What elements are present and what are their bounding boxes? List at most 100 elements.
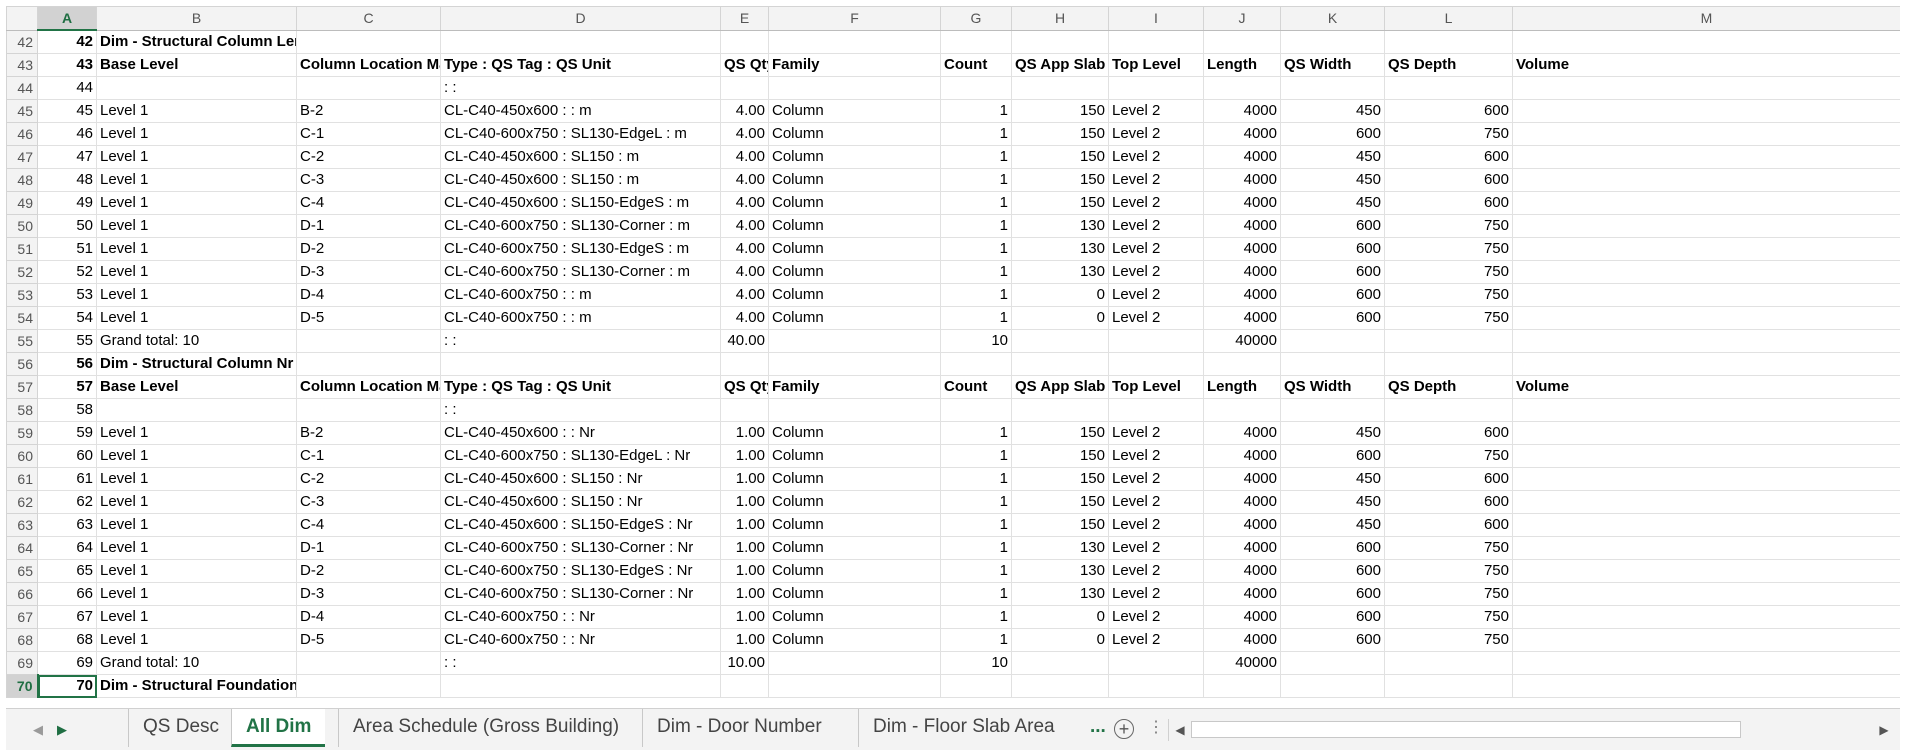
cell-f50[interactable]: Column bbox=[768, 214, 941, 238]
next-sheet-icon[interactable]: ▶ bbox=[50, 719, 74, 741]
cell-k49[interactable]: 450 bbox=[1280, 191, 1385, 215]
column-header-b[interactable]: B bbox=[96, 6, 297, 31]
cell-l45[interactable]: 600 bbox=[1384, 99, 1513, 123]
cell-f55[interactable] bbox=[768, 329, 941, 353]
cell-g64[interactable]: 1 bbox=[940, 536, 1012, 560]
cell-i44[interactable] bbox=[1108, 76, 1204, 100]
cell-e61[interactable]: 1.00 bbox=[720, 467, 769, 491]
cell-c48[interactable]: C-3 bbox=[296, 168, 441, 192]
cell-j59[interactable]: 4000 bbox=[1203, 421, 1281, 445]
cell-e68[interactable]: 1.00 bbox=[720, 628, 769, 652]
cell-a62[interactable]: 62 bbox=[37, 490, 97, 514]
cell-f62[interactable]: Column bbox=[768, 490, 941, 514]
cell-d69[interactable]: : : bbox=[440, 651, 721, 675]
cell-c65[interactable]: D-2 bbox=[296, 559, 441, 583]
cell-h62[interactable]: 150 bbox=[1011, 490, 1109, 514]
row-header[interactable]: 45 bbox=[6, 99, 38, 123]
cell-c46[interactable]: C-1 bbox=[296, 122, 441, 146]
cell-e53[interactable]: 4.00 bbox=[720, 283, 769, 307]
cell-a60[interactable]: 60 bbox=[37, 444, 97, 468]
cell-d62[interactable]: CL-C40-450x600 : SL150 : Nr bbox=[440, 490, 721, 514]
cell-m42[interactable] bbox=[1512, 29, 1900, 54]
cell-g69[interactable]: 10 bbox=[940, 651, 1012, 675]
cell-i52[interactable]: Level 2 bbox=[1108, 260, 1204, 284]
cell-a42[interactable]: 42 bbox=[37, 29, 97, 54]
cell-f47[interactable]: Column bbox=[768, 145, 941, 169]
cell-h47[interactable]: 150 bbox=[1011, 145, 1109, 169]
cell-e58[interactable] bbox=[720, 398, 769, 422]
prev-sheet-icon[interactable]: ◀ bbox=[26, 719, 50, 741]
cell-l57[interactable]: QS Depth bbox=[1384, 375, 1513, 399]
row-header[interactable]: 52 bbox=[6, 260, 38, 284]
cell-f57[interactable]: Family bbox=[768, 375, 941, 399]
cell-e57[interactable]: QS Qty bbox=[720, 375, 769, 399]
cell-h66[interactable]: 130 bbox=[1011, 582, 1109, 606]
cell-k52[interactable]: 600 bbox=[1280, 260, 1385, 284]
cell-l61[interactable]: 600 bbox=[1384, 467, 1513, 491]
cell-a45[interactable]: 45 bbox=[37, 99, 97, 123]
row-header[interactable]: 61 bbox=[6, 467, 38, 491]
cell-k60[interactable]: 600 bbox=[1280, 444, 1385, 468]
cell-c50[interactable]: D-1 bbox=[296, 214, 441, 238]
cell-j56[interactable] bbox=[1203, 352, 1281, 376]
row-header[interactable]: 49 bbox=[6, 191, 38, 215]
cell-m45[interactable] bbox=[1512, 99, 1900, 123]
cell-c63[interactable]: C-4 bbox=[296, 513, 441, 537]
cell-c56[interactable] bbox=[296, 352, 441, 376]
cell-e51[interactable]: 4.00 bbox=[720, 237, 769, 261]
cell-b46[interactable]: Level 1 bbox=[96, 122, 297, 146]
cell-c42[interactable] bbox=[296, 29, 441, 54]
cell-m49[interactable] bbox=[1512, 191, 1900, 215]
cell-i59[interactable]: Level 2 bbox=[1108, 421, 1204, 445]
cell-e56[interactable] bbox=[720, 352, 769, 376]
cell-d70[interactable] bbox=[440, 674, 721, 698]
cell-c68[interactable]: D-5 bbox=[296, 628, 441, 652]
cell-g47[interactable]: 1 bbox=[940, 145, 1012, 169]
cell-i65[interactable]: Level 2 bbox=[1108, 559, 1204, 583]
cell-a61[interactable]: 61 bbox=[37, 467, 97, 491]
cell-g67[interactable]: 1 bbox=[940, 605, 1012, 629]
cell-k55[interactable] bbox=[1280, 329, 1385, 353]
cell-h64[interactable]: 130 bbox=[1011, 536, 1109, 560]
cell-c52[interactable]: D-3 bbox=[296, 260, 441, 284]
cell-g50[interactable]: 1 bbox=[940, 214, 1012, 238]
cell-c51[interactable]: D-2 bbox=[296, 237, 441, 261]
cell-j60[interactable]: 4000 bbox=[1203, 444, 1281, 468]
cell-l54[interactable]: 750 bbox=[1384, 306, 1513, 330]
cell-b54[interactable]: Level 1 bbox=[96, 306, 297, 330]
cell-g55[interactable]: 10 bbox=[940, 329, 1012, 353]
cell-l67[interactable]: 750 bbox=[1384, 605, 1513, 629]
horizontal-scrollbar[interactable]: ◀ ▶ bbox=[1168, 719, 1895, 741]
cell-g59[interactable]: 1 bbox=[940, 421, 1012, 445]
cell-a57[interactable]: 57 bbox=[37, 375, 97, 399]
cell-k58[interactable] bbox=[1280, 398, 1385, 422]
cell-j68[interactable]: 4000 bbox=[1203, 628, 1281, 652]
cell-a56[interactable]: 56 bbox=[37, 352, 97, 376]
cell-e63[interactable]: 1.00 bbox=[720, 513, 769, 537]
cell-b68[interactable]: Level 1 bbox=[96, 628, 297, 652]
cell-d47[interactable]: CL-C40-450x600 : SL150 : m bbox=[440, 145, 721, 169]
cell-l70[interactable] bbox=[1384, 674, 1513, 698]
cell-m70[interactable] bbox=[1512, 674, 1900, 698]
cell-b55[interactable]: Grand total: 10 bbox=[96, 329, 297, 353]
cell-h57[interactable]: QS App Slab Tk bbox=[1011, 375, 1109, 399]
column-header-f[interactable]: F bbox=[768, 6, 941, 31]
row-header[interactable]: 46 bbox=[6, 122, 38, 146]
cell-d52[interactable]: CL-C40-600x750 : SL130-Corner : m bbox=[440, 260, 721, 284]
cell-l51[interactable]: 750 bbox=[1384, 237, 1513, 261]
column-header-a[interactable]: A bbox=[37, 6, 97, 31]
column-header-i[interactable]: I bbox=[1108, 6, 1204, 31]
cell-g42[interactable] bbox=[940, 29, 1012, 54]
cell-k63[interactable]: 450 bbox=[1280, 513, 1385, 537]
cell-j63[interactable]: 4000 bbox=[1203, 513, 1281, 537]
cell-c54[interactable]: D-5 bbox=[296, 306, 441, 330]
cell-k54[interactable]: 600 bbox=[1280, 306, 1385, 330]
row-header[interactable]: 64 bbox=[6, 536, 38, 560]
cell-l59[interactable]: 600 bbox=[1384, 421, 1513, 445]
cell-d58[interactable]: : : bbox=[440, 398, 721, 422]
cell-e65[interactable]: 1.00 bbox=[720, 559, 769, 583]
cell-h68[interactable]: 0 bbox=[1011, 628, 1109, 652]
cell-h59[interactable]: 150 bbox=[1011, 421, 1109, 445]
cell-l58[interactable] bbox=[1384, 398, 1513, 422]
cell-c47[interactable]: C-2 bbox=[296, 145, 441, 169]
